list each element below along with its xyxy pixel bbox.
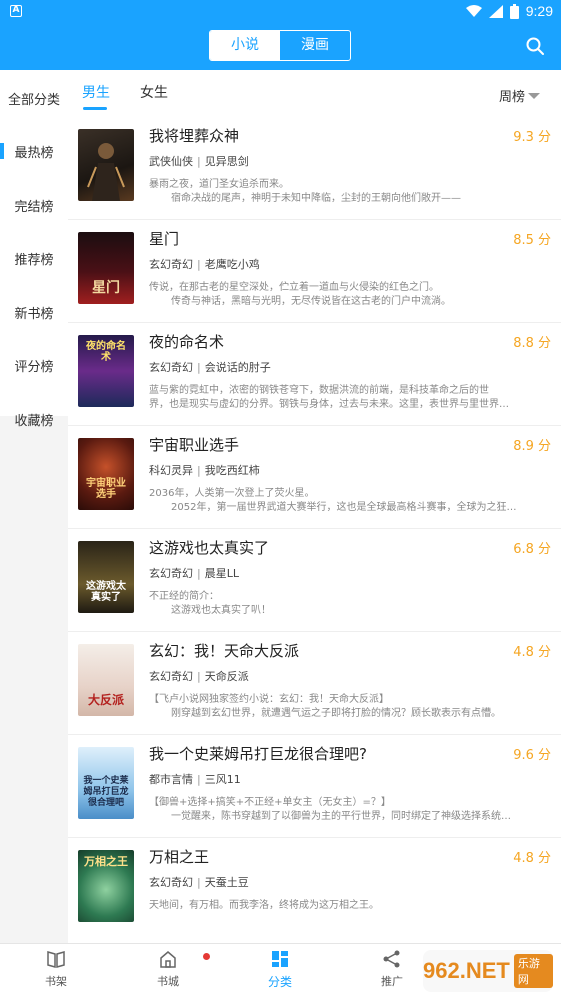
book-score: 8.8 分 — [513, 336, 551, 351]
battery-icon — [509, 3, 519, 19]
book-cover: 星门 — [78, 232, 134, 304]
tab-comic[interactable]: 漫画 — [280, 31, 350, 60]
list-item[interactable]: 万相之王 万相之王 4.8 分 玄幻奇幻 | 天蚕土豆 天地间，有万相。而我李洛，终… — [68, 839, 561, 941]
tab-female[interactable]: 女生 — [140, 82, 168, 102]
nav-bookstore-label: 书城 — [157, 975, 179, 988]
book-title: 我将埋葬众神 — [149, 127, 240, 145]
book-score: 9.3 分 — [513, 130, 551, 145]
tab-novel[interactable]: 小说 — [210, 31, 280, 60]
book-meta: 玄幻奇幻 | 天命反派 — [149, 670, 249, 683]
book-description: 暴雨之夜，道门圣女追杀而来。 宿命决战的尾声，神明于未知中降临，尘封的王朝向他们敞… — [149, 179, 461, 204]
clock: 9:29 — [525, 3, 553, 19]
gender-tabs: 男生 女生 周榜 — [68, 70, 561, 116]
book-score: 6.8 分 — [513, 542, 551, 557]
sidebar-item-favorites[interactable]: 收藏榜 — [0, 410, 68, 429]
list-item[interactable]: 夜的命名术 夜的命名术 8.8 分 玄幻奇幻 | 会说话的肘子 蓝与紫的霓虹中，浓密… — [68, 324, 561, 426]
app-notification-icon: A — [10, 5, 22, 17]
book-cover: 宇宙职业选手 — [78, 438, 134, 510]
book-meta: 玄幻奇幻 | 会说话的肘子 — [149, 361, 271, 374]
book-score: 4.8 分 — [513, 645, 551, 660]
tab-male[interactable]: 男生 — [82, 82, 110, 102]
book-title: 我一个史莱姆吊打巨龙很合理吧? — [149, 745, 367, 763]
book-meta: 玄幻奇幻 | 老鹰吃小鸡 — [149, 258, 260, 271]
book-score: 9.6 分 — [513, 748, 551, 763]
triangle-down-icon — [528, 93, 540, 99]
sidebar-item-all[interactable]: 全部分类 — [0, 89, 68, 108]
book-meta: 玄幻奇幻 | 天蚕土豆 — [149, 876, 249, 889]
book-description: 2036年，人类第一次登上了荧火星。 2052年，第一届世界武道大赛举行，这也是全… — [149, 488, 517, 513]
book-description: 传说，在那古老的星空深处，伫立着一道血与火侵染的红色之门。 传奇与神话，黑暗与光明… — [149, 282, 451, 307]
period-dropdown-label: 周榜 — [498, 90, 525, 105]
list-item[interactable]: 我将埋葬众神 9.3 分 武侠仙侠 | 见异思剑 暴雨之夜，道门圣女追杀而来。 宿命决… — [68, 118, 561, 220]
book-cover: 夜的命名术 — [78, 335, 134, 407]
list-item[interactable]: 宇宙职业选手 宇宙职业选手 8.9 分 科幻灵异 | 我吃西红柿 2036年，人类第… — [68, 427, 561, 529]
sidebar-item-hottest[interactable]: 最热榜 — [0, 142, 68, 161]
book-score: 4.8 分 — [513, 851, 551, 866]
nav-bookstore[interactable]: 书城 — [138, 950, 198, 989]
sidebar-item-recommended[interactable]: 推荐榜 — [0, 249, 68, 268]
nav-bookshelf[interactable]: 书架 — [26, 950, 86, 989]
nav-category[interactable]: 分类 — [250, 950, 310, 990]
nav-promote[interactable]: 推广 — [362, 950, 422, 989]
sidebar-item-new[interactable]: 新书榜 — [0, 303, 68, 322]
grid-icon — [272, 951, 288, 967]
period-dropdown[interactable]: 周榜 — [499, 86, 540, 105]
category-sidebar: 全部分类 最热榜 完结榜 推荐榜 新书榜 评分榜 收藏榜 — [0, 70, 68, 943]
book-meta: 玄幻奇幻 | 晨星LL — [149, 567, 239, 580]
list-item[interactable]: 我一个史莱姆吊打巨龙很合理吧 我一个史莱姆吊打巨龙很合理吧? 9.6 分 都市言… — [68, 736, 561, 838]
book-description: 不正经的简介： 这游戏也太真实了叭！ — [149, 591, 271, 616]
book-title: 宇宙职业选手 — [149, 436, 240, 454]
sidebar-item-rating[interactable]: 评分榜 — [0, 356, 68, 375]
book-meta: 武侠仙侠 | 见异思剑 — [149, 155, 249, 168]
book-cover: 我一个史莱姆吊打巨龙很合理吧 — [78, 747, 134, 819]
status-bar: A 9:29 — [0, 0, 561, 24]
book-title: 星门 — [149, 230, 180, 248]
book-description: 天地间，有万相。而我李洛，终将成为这万相之王。 — [149, 900, 379, 911]
book-title: 玄幻：我！天命大反派 — [149, 642, 300, 660]
search-icon[interactable] — [526, 37, 544, 55]
book-title: 万相之王 — [149, 848, 210, 866]
book-meta: 科幻灵异 | 我吃西红柿 — [149, 464, 260, 477]
signal-icon — [488, 4, 503, 18]
book-cover — [78, 129, 134, 201]
content-type-switch: 小说 漫画 — [209, 30, 351, 61]
bookshelf-icon — [47, 951, 65, 968]
book-cover: 这游戏太真实了 — [78, 541, 134, 613]
nav-category-label: 分类 — [267, 975, 292, 989]
share-icon — [383, 950, 400, 968]
home-icon — [160, 951, 176, 968]
book-description: 蓝与紫的霓虹中，浓密的钢铁苍穹下，数据洪流的前端，是科技革命之后的世 界，也是现实… — [149, 385, 509, 410]
wifi-icon — [465, 4, 482, 17]
list-item[interactable]: 这游戏太真实了 这游戏也太真实了 6.8 分 玄幻奇幻 | 晨星LL 不正经的简介：… — [68, 530, 561, 632]
book-title: 夜的命名术 — [149, 333, 225, 351]
book-description: 【飞卢小说网独家签约小说：玄幻：我！天命大反派】 刚穿越到玄幻世界，就遭遇气运之子… — [149, 694, 501, 719]
book-description: 【御兽+选择+搞笑+不正经+单女主（无女主）=？】 一觉醒来，陈书穿越到了以御兽为… — [149, 797, 511, 822]
book-title: 这游戏也太真实了 — [149, 539, 270, 557]
sidebar-item-completed[interactable]: 完结榜 — [0, 196, 68, 215]
book-score: 8.9 分 — [513, 439, 551, 454]
book-cover: 大反派 — [78, 644, 134, 716]
nav-promote-label: 推广 — [381, 975, 403, 988]
list-item[interactable]: 星门 星门 8.5 分 玄幻奇幻 | 老鹰吃小鸡 传说，在那古老的星空深处，伫立着一… — [68, 221, 561, 323]
notification-dot — [203, 953, 210, 960]
active-tab-indicator — [83, 107, 107, 110]
list-item[interactable]: 大反派 玄幻：我！天命大反派 4.8 分 玄幻奇幻 | 天命反派 【飞卢小说网独家签… — [68, 633, 561, 735]
book-score: 8.5 分 — [513, 233, 551, 248]
site-watermark: 962.NET 乐游网 — [423, 950, 553, 992]
nav-bookshelf-label: 书架 — [45, 975, 67, 988]
book-cover: 万相之王 — [78, 850, 134, 922]
book-meta: 都市言情 | 三风11 — [149, 773, 241, 786]
top-bar: 小说 漫画 — [0, 24, 561, 70]
